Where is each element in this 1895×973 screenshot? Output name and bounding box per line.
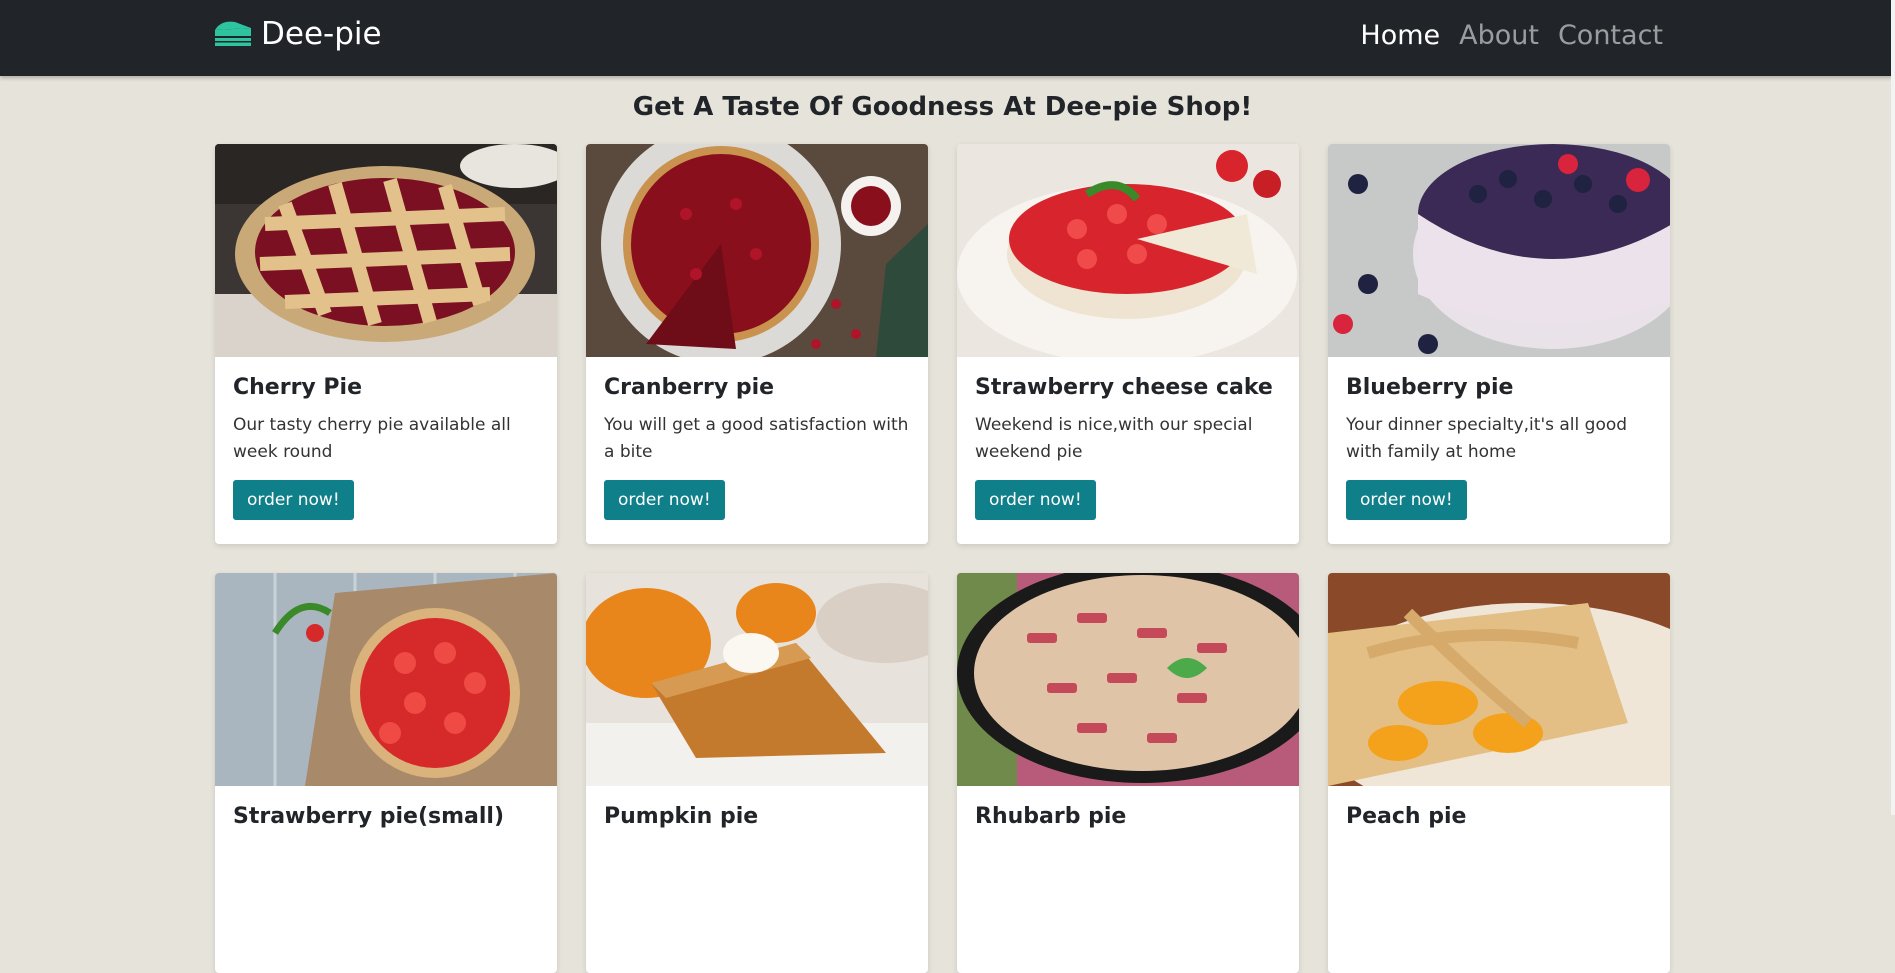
card-body: Cherry Pie Our tasty cherry pie availabl… (215, 357, 557, 538)
product-card: Cherry Pie Our tasty cherry pie availabl… (215, 144, 557, 544)
card-body: Strawberry pie(small) (215, 786, 557, 859)
nav-links: Home About Contact (1360, 20, 1663, 51)
card-title: Peach pie (1346, 804, 1467, 829)
strawberry-pie-image (215, 573, 557, 786)
product-card: Strawberry cheese cake Weekend is nice,w… (957, 144, 1299, 544)
navbar: Dee-pie Home About Contact (0, 0, 1893, 76)
card-title: Strawberry cheese cake (975, 375, 1273, 400)
card-body: Peach pie (1328, 786, 1670, 859)
card-text: Your dinner specialty,it's all good with… (1346, 415, 1628, 462)
order-now-button[interactable]: order now! (604, 480, 725, 520)
blueberry-pie-image (1328, 144, 1670, 357)
card-body: Rhubarb pie (957, 786, 1299, 859)
card-title: Blueberry pie (1346, 375, 1514, 400)
brand-name: Dee-pie (261, 16, 382, 52)
order-now-button[interactable]: order now! (233, 480, 354, 520)
product-card: Peach pie (1328, 573, 1670, 973)
card-text: You will get a good satisfaction with a … (604, 415, 909, 462)
card-body: Strawberry cheese cake Weekend is nice,w… (957, 357, 1299, 538)
pie-slice-icon (215, 21, 251, 46)
peach-pie-image (1328, 573, 1670, 786)
card-title: Pumpkin pie (604, 804, 759, 829)
pumpkin-pie-image (586, 573, 928, 786)
card-body: Blueberry pie Your dinner specialty,it's… (1328, 357, 1670, 538)
product-card: Rhubarb pie (957, 573, 1299, 973)
order-now-button[interactable]: order now! (975, 480, 1096, 520)
page-headline: Get A Taste Of Goodness At Dee-pie Shop! (632, 92, 1253, 122)
card-body: Pumpkin pie (586, 786, 928, 859)
card-title: Strawberry pie(small) (233, 804, 505, 829)
product-card: Blueberry pie Your dinner specialty,it's… (1328, 144, 1670, 544)
card-body: Cranberry pie You will get a good satisf… (586, 357, 928, 538)
product-card: Pumpkin pie (586, 573, 928, 973)
product-grid: Cherry Pie Our tasty cherry pie availabl… (215, 144, 1670, 973)
nav-about-link[interactable]: About (1459, 20, 1539, 51)
nav-home-link[interactable]: Home (1360, 20, 1440, 51)
rhubarb-pie-image (957, 573, 1299, 786)
card-title: Rhubarb pie (975, 804, 1127, 829)
card-text: Weekend is nice,with our special weekend… (975, 415, 1253, 462)
card-text: Our tasty cherry pie available all week … (233, 415, 511, 462)
brand-link[interactable]: Dee-pie (213, 14, 382, 54)
nav-contact-link[interactable]: Contact (1558, 20, 1663, 51)
cranberry-pie-image (586, 144, 928, 357)
card-title: Cranberry pie (604, 375, 775, 400)
order-now-button[interactable]: order now! (1346, 480, 1467, 520)
product-card: Cranberry pie You will get a good satisf… (586, 144, 928, 544)
product-card: Strawberry pie(small) (215, 573, 557, 973)
scrollbar-track[interactable] (1891, 0, 1895, 815)
cherry-pie-image (215, 144, 557, 357)
card-title: Cherry Pie (233, 375, 363, 400)
strawberry-cheesecake-image (957, 144, 1299, 357)
